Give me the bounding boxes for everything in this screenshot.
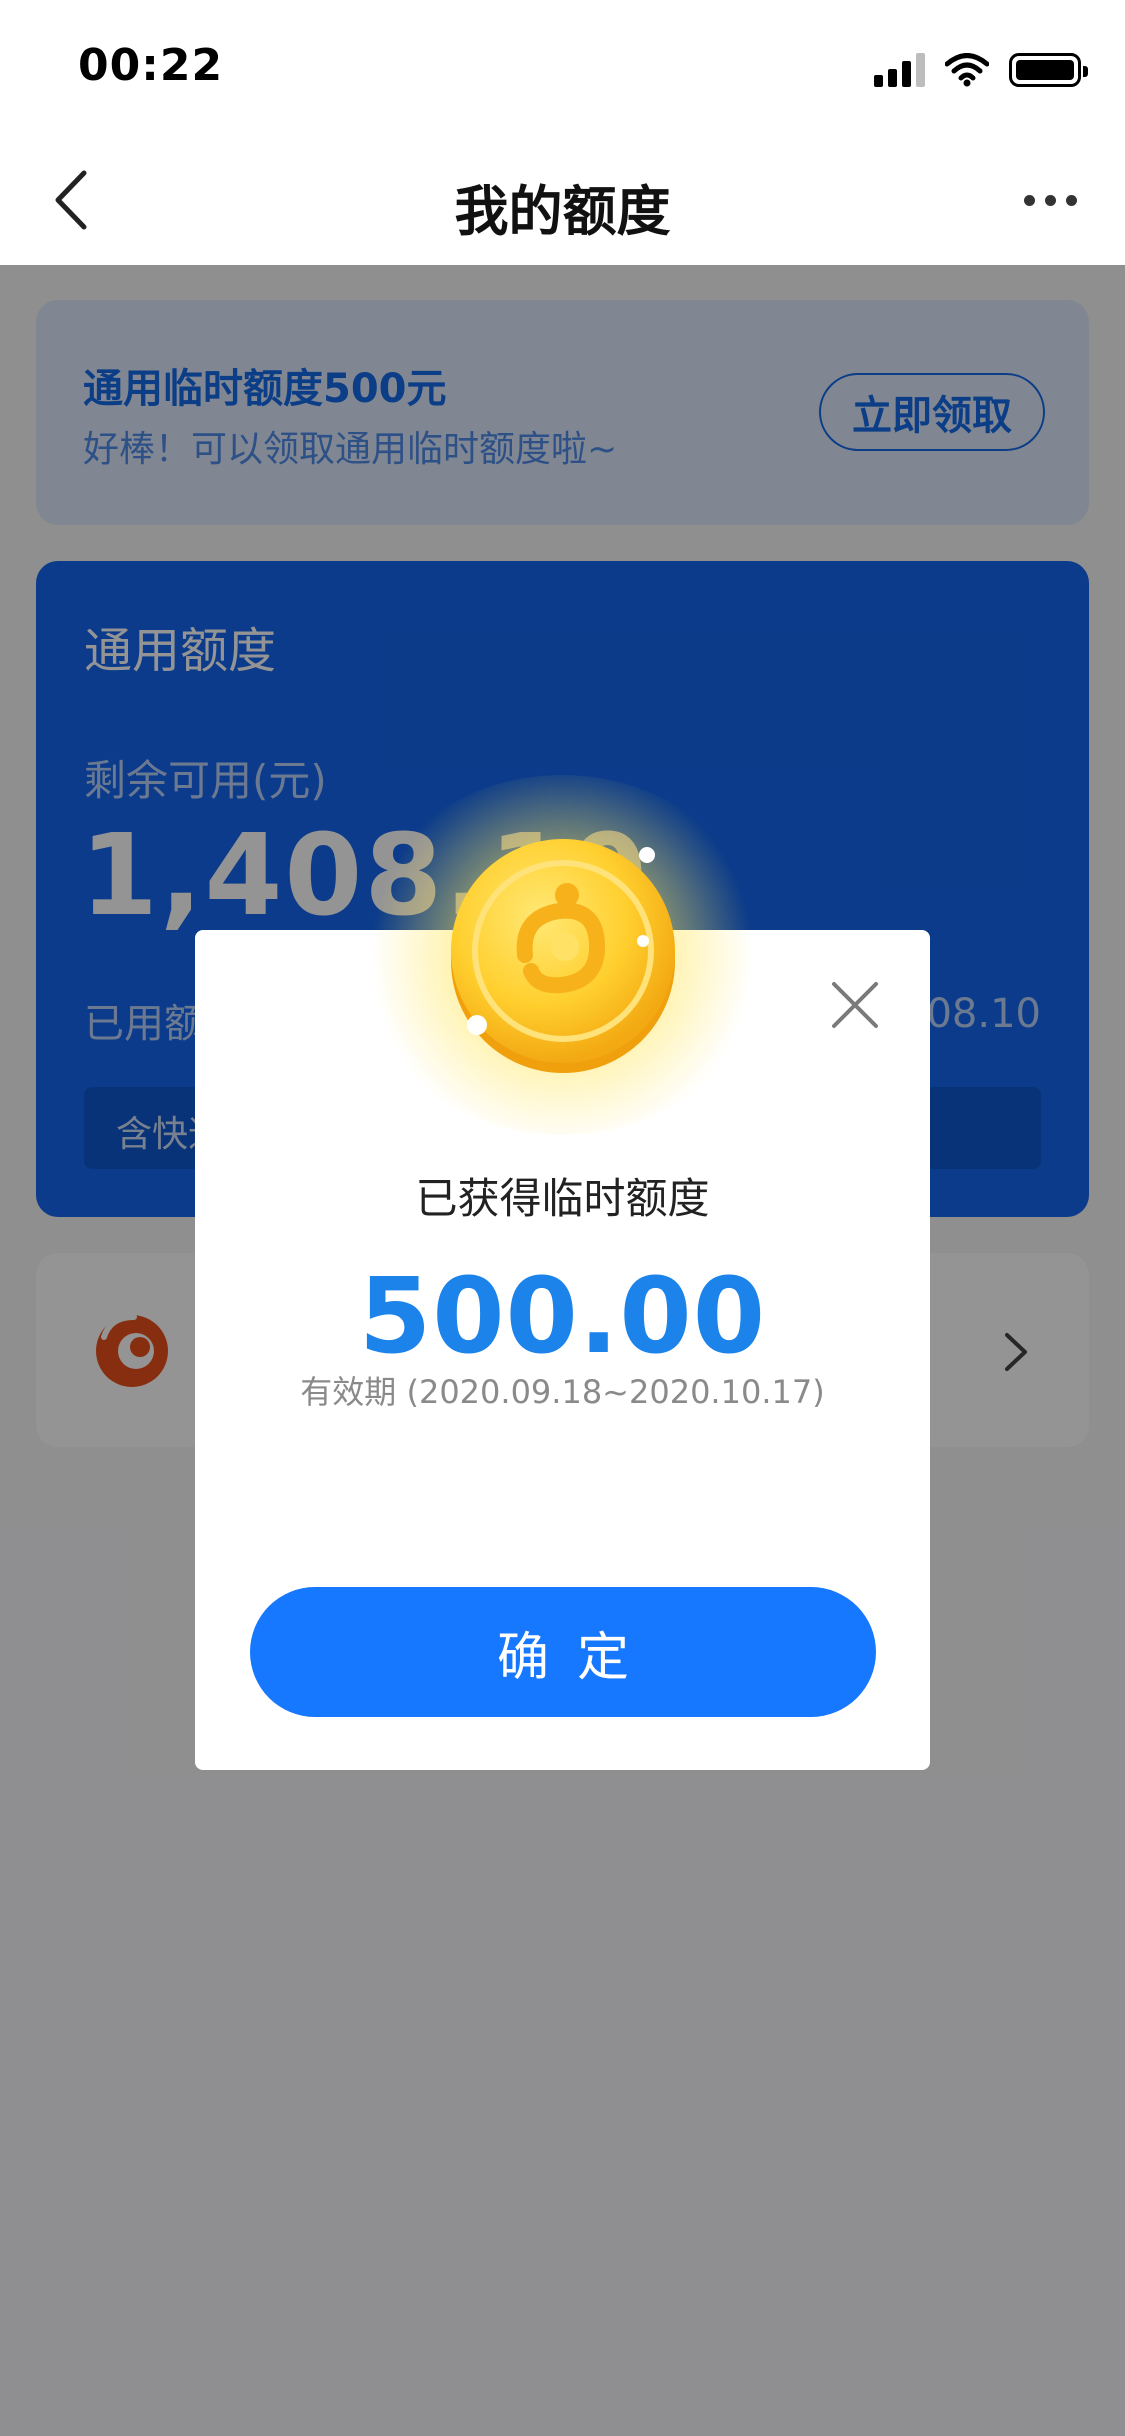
gold-coin-icon <box>451 839 675 1073</box>
battery-icon <box>1009 53 1088 87</box>
status-time: 00:22 <box>78 40 224 91</box>
signal-icon <box>874 53 925 87</box>
dialog-heading: 已获得临时额度 <box>415 1174 710 1223</box>
dialog-amount: 500.00 <box>358 1255 767 1377</box>
validity-text: 有效期 (2020.09.18~2020.10.17) <box>300 1373 825 1411</box>
page-title: 我的额度 <box>454 180 671 243</box>
nav-bar: 我的额度 <box>0 135 1125 265</box>
status-bar: 00:22 <box>0 0 1125 135</box>
close-icon[interactable] <box>830 980 880 1030</box>
status-icons <box>874 50 1088 90</box>
wifi-icon <box>945 53 989 87</box>
confirm-button[interactable]: 确定 <box>250 1587 876 1717</box>
more-dots-icon[interactable] <box>1015 180 1085 220</box>
